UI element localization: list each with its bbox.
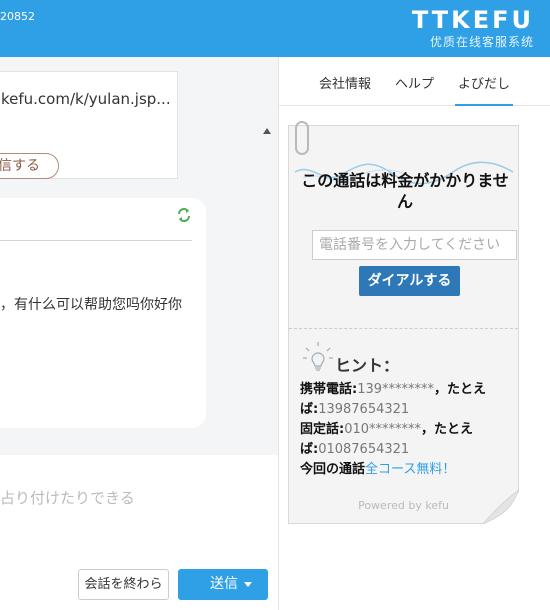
link-card: kefu.com/k/yulan.jsp... 信する: [0, 71, 178, 179]
message-card: ，有什么可以帮助您吗你好你: [0, 198, 206, 428]
end-chat-button[interactable]: 会話を終わら: [78, 569, 169, 600]
active-tab-indicator: [455, 104, 513, 106]
sidebar: 会社情報 ヘルプ よびだし この通話は料金がかかりません 電話番号を入力してくだ…: [279, 57, 550, 610]
hint-title: ヒント：: [335, 356, 400, 375]
mobile-value: 139********: [357, 382, 435, 397]
refresh-icon[interactable]: [176, 207, 192, 223]
call-panel: この通話は料金がかかりません 電話番号を入力してください ダイアルする ヒント：…: [288, 121, 519, 524]
lightbulb-icon: [303, 342, 333, 371]
chevron-down-icon[interactable]: [244, 582, 252, 587]
send-button[interactable]: 送信: [178, 569, 268, 600]
dashed-divider: [289, 328, 518, 329]
landline-label: 固定話:: [300, 422, 345, 437]
free-text: 全コース無料！: [365, 462, 456, 477]
tab-company-info[interactable]: 会社情報: [319, 73, 371, 92]
input-placeholder: 占り付けたりできる: [0, 489, 135, 507]
message-input[interactable]: 占り付けたりできる 会話を終わら 送信: [0, 455, 278, 610]
mobile-example: 13987654321: [318, 402, 410, 417]
hint-text: 携帯電話:139********，たとえば:13987654321 固定話:01…: [300, 380, 496, 480]
tab-help[interactable]: ヘルプ: [395, 73, 434, 92]
landline-value: 010********: [344, 422, 422, 437]
mobile-label: 携帯電話:: [300, 382, 358, 397]
brand-logo: TTKEFU: [411, 6, 534, 34]
call-title: この通話は料金がかかりません: [301, 171, 509, 211]
phone-input[interactable]: 電話番号を入力してください: [312, 230, 517, 260]
card-separator: [0, 240, 192, 241]
header-number: 20852: [0, 10, 35, 23]
top-bar: 20852 TTKEFU 优质在线客服系统: [0, 0, 550, 57]
send-label: 送信: [210, 576, 238, 592]
page-curl-decoration: [483, 490, 519, 524]
dial-button[interactable]: ダイアルする: [359, 266, 460, 296]
landline-example: 01087654321: [318, 442, 410, 457]
message-text: ，有什么可以帮助您吗你好你: [0, 297, 182, 313]
link-text[interactable]: kefu.com/k/yulan.jsp...: [1, 90, 171, 108]
brand-subtitle: 优质在线客服系统: [429, 35, 534, 49]
card-button[interactable]: 信する: [0, 153, 59, 179]
free-prefix: 今回の通話: [300, 462, 366, 477]
paperclip-icon: [295, 121, 309, 155]
tab-call[interactable]: よびだし: [458, 73, 510, 92]
sidebar-tabs: 会社情報 ヘルプ よびだし: [279, 57, 550, 106]
scroll-up-arrow[interactable]: [263, 128, 271, 134]
